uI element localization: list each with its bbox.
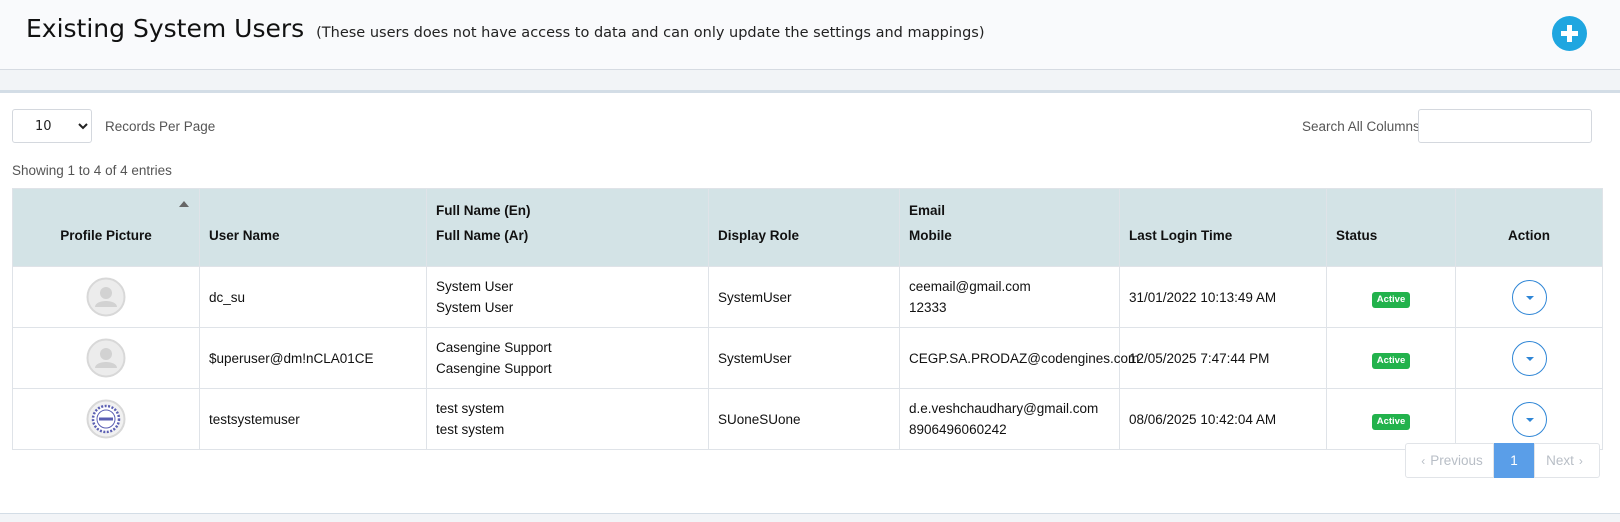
status-badge: Active	[1371, 413, 1411, 430]
column-header-label: Full Name (Ar)	[436, 228, 529, 243]
last-login-cell: 12/05/2025 7:47:44 PM	[1119, 327, 1327, 389]
previous-page-button[interactable]: ‹ Previous	[1405, 443, 1494, 478]
default-user-avatar-icon	[86, 277, 126, 317]
default-user-avatar-icon	[86, 338, 126, 378]
email-mobile-cell: CEGP.SA.PRODAZ@codengines.com	[899, 327, 1140, 389]
email-mobile-cell: d.e.veshchaudhary@gmail.com 890649606024…	[899, 388, 1120, 450]
display-role-cell: SUoneSUone	[708, 388, 900, 450]
column-header-label: Display Role	[718, 228, 800, 243]
sort-ascending-icon	[179, 201, 189, 207]
records-per-page-select[interactable]: 10	[12, 109, 92, 143]
profile-picture-cell	[12, 388, 200, 450]
status-cell: Active	[1326, 327, 1456, 389]
table-row: dc_su System User System User SystemUser…	[12, 266, 1603, 328]
column-header-profile-picture[interactable]: Profile Picture	[12, 188, 200, 267]
add-user-button[interactable]	[1552, 16, 1587, 51]
full-name-ar: test system	[436, 422, 505, 437]
chevron-down-icon	[1525, 295, 1534, 300]
column-header-full-name[interactable]: Full Name (En) Full Name (Ar)	[426, 188, 709, 267]
full-name-cell: test system test system	[426, 388, 709, 450]
page-subtitle: (These users does not have access to dat…	[316, 25, 985, 41]
row-action-dropdown-button[interactable]	[1511, 401, 1547, 437]
column-header-label: Status	[1336, 228, 1378, 243]
column-header-label: Email	[909, 203, 946, 218]
profile-picture-cell	[12, 327, 200, 389]
status-badge: Active	[1371, 291, 1411, 308]
records-per-page-label: Records Per Page	[105, 119, 216, 134]
display-role-cell: SystemUser	[708, 266, 900, 328]
column-header-label: Mobile	[909, 228, 952, 243]
page-header: Existing System Users (These users does …	[0, 0, 1620, 70]
next-page-label: Next	[1546, 453, 1574, 468]
status-cell: Active	[1326, 266, 1456, 328]
status-cell: Active	[1326, 388, 1456, 450]
profile-picture-cell	[12, 266, 200, 328]
last-login-cell: 31/01/2022 10:13:49 AM	[1119, 266, 1327, 328]
entries-info: Showing 1 to 4 of 4 entries	[12, 163, 172, 178]
mobile-value: 8906496060242	[909, 422, 1007, 437]
full-name-en: System User	[436, 279, 514, 294]
full-name-ar: System User	[436, 300, 514, 315]
column-header-display-role[interactable]: Display Role	[708, 188, 900, 267]
chevron-left-icon: ‹	[1421, 453, 1426, 468]
action-cell	[1455, 266, 1603, 328]
action-cell	[1455, 388, 1603, 450]
table-header-row: Profile Picture User Name Full Name (En)…	[12, 188, 1603, 267]
column-header-label: User Name	[209, 228, 280, 243]
next-page-button[interactable]: Next ›	[1534, 443, 1600, 478]
chevron-down-icon	[1525, 356, 1534, 361]
search-input[interactable]	[1418, 109, 1592, 143]
column-header-email-mobile[interactable]: Email Mobile	[899, 188, 1120, 267]
column-header-label: Profile Picture	[60, 228, 152, 243]
page-title: Existing System Users (These users does …	[26, 14, 985, 43]
row-action-dropdown-button[interactable]	[1511, 279, 1547, 315]
last-login-cell: 08/06/2025 10:42:04 AM	[1119, 388, 1327, 450]
column-header-label: Full Name (En)	[436, 203, 531, 218]
email-value: CEGP.SA.PRODAZ@codengines.com	[909, 350, 1140, 366]
search-label: Search All Columns	[1302, 119, 1420, 134]
chevron-down-icon	[1525, 417, 1534, 422]
status-badge: Active	[1371, 352, 1411, 369]
full-name-cell: Casengine Support Casengine Support	[426, 327, 709, 389]
full-name-cell: System User System User	[426, 266, 709, 328]
mobile-value: 12333	[909, 300, 947, 315]
pagination: ‹ Previous 1 Next ›	[1405, 443, 1600, 478]
users-panel: 10 Records Per Page Search All Columns S…	[0, 90, 1620, 514]
table-row: testsystemuser test system test system S…	[12, 388, 1603, 450]
display-role-cell: SystemUser	[708, 327, 900, 389]
full-name-ar: Casengine Support	[436, 361, 552, 376]
column-header-user-name[interactable]: User Name	[199, 188, 427, 267]
email-value: d.e.veshchaudhary@gmail.com	[909, 401, 1099, 416]
full-name-en: Casengine Support	[436, 340, 552, 355]
full-name-en: test system	[436, 401, 505, 416]
column-header-label: Last Login Time	[1129, 228, 1233, 243]
user-name-cell: $uperuser@dm!nCLA01CE	[199, 327, 427, 389]
user-name-cell: testsystemuser	[199, 388, 427, 450]
chevron-right-icon: ›	[1578, 453, 1583, 468]
row-action-dropdown-button[interactable]	[1511, 340, 1547, 376]
seal-avatar-icon	[86, 399, 126, 439]
page-button-current[interactable]: 1	[1494, 443, 1534, 478]
column-header-status[interactable]: Status	[1326, 188, 1456, 267]
users-table: Profile Picture User Name Full Name (En)…	[12, 188, 1603, 450]
user-name-cell: dc_su	[199, 266, 427, 328]
plus-circle-icon	[1561, 25, 1578, 42]
email-mobile-cell: ceemail@gmail.com 12333	[899, 266, 1120, 328]
email-value: ceemail@gmail.com	[909, 279, 1031, 294]
page-title-text: Existing System Users	[26, 14, 305, 43]
column-header-label: Action	[1508, 228, 1550, 243]
column-header-action: Action	[1455, 188, 1603, 267]
previous-page-label: Previous	[1430, 453, 1483, 468]
table-row: $uperuser@dm!nCLA01CE Casengine Support …	[12, 327, 1603, 389]
action-cell	[1455, 327, 1603, 389]
column-header-last-login[interactable]: Last Login Time	[1119, 188, 1327, 267]
